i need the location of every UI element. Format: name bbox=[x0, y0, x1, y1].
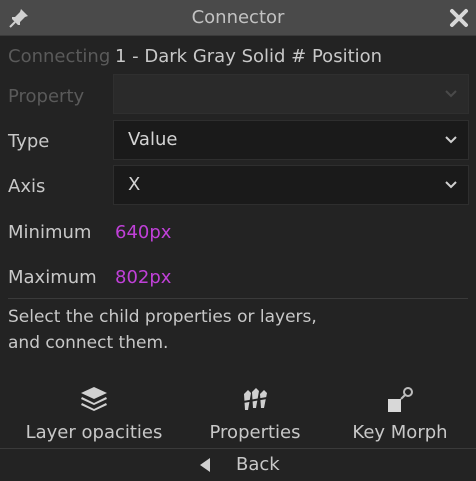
key-morph-icon bbox=[388, 387, 413, 412]
connecting-value: 1 - Dark Gray Solid # Position bbox=[115, 46, 383, 67]
back-bar: Back bbox=[0, 448, 476, 481]
minimum-label: Minimum bbox=[8, 222, 92, 243]
window-title: Connector bbox=[191, 7, 285, 28]
properties-label: Properties bbox=[209, 422, 301, 443]
property-dropdown bbox=[113, 74, 469, 114]
chevron-down-icon bbox=[445, 136, 457, 144]
key-morph-label: Key Morph bbox=[352, 422, 448, 443]
back-arrow-icon bbox=[200, 458, 210, 472]
layers-icon bbox=[81, 387, 107, 411]
back-label: Back bbox=[236, 454, 280, 475]
property-label: Property bbox=[8, 86, 85, 107]
section-divider bbox=[8, 298, 468, 299]
key-morph-button[interactable]: Key Morph bbox=[340, 384, 460, 446]
properties-icon bbox=[242, 388, 268, 410]
axis-dropdown-value: X bbox=[128, 174, 141, 195]
properties-button[interactable]: Properties bbox=[190, 384, 320, 446]
close-icon[interactable] bbox=[448, 7, 470, 29]
type-dropdown-value: Value bbox=[128, 129, 178, 150]
help-line-1: Select the child properties or layers, bbox=[8, 307, 317, 327]
layer-opacities-label: Layer opacities bbox=[25, 422, 163, 443]
help-line-2: and connect them. bbox=[8, 333, 169, 353]
chevron-down-icon bbox=[445, 90, 457, 98]
type-label: Type bbox=[8, 131, 50, 152]
maximum-value[interactable]: 802px bbox=[115, 267, 171, 288]
connecting-label: Connecting bbox=[8, 46, 111, 67]
layer-opacities-button[interactable]: Layer opacities bbox=[18, 384, 170, 446]
axis-label: Axis bbox=[8, 176, 46, 197]
chevron-down-icon bbox=[445, 181, 457, 189]
axis-dropdown[interactable]: X bbox=[113, 165, 469, 205]
minimum-value[interactable]: 640px bbox=[115, 222, 171, 243]
help-text: Select the child properties or layers, a… bbox=[8, 304, 348, 356]
title-bar: Connector bbox=[0, 0, 476, 36]
maximum-label: Maximum bbox=[8, 267, 97, 288]
type-dropdown[interactable]: Value bbox=[113, 120, 469, 160]
